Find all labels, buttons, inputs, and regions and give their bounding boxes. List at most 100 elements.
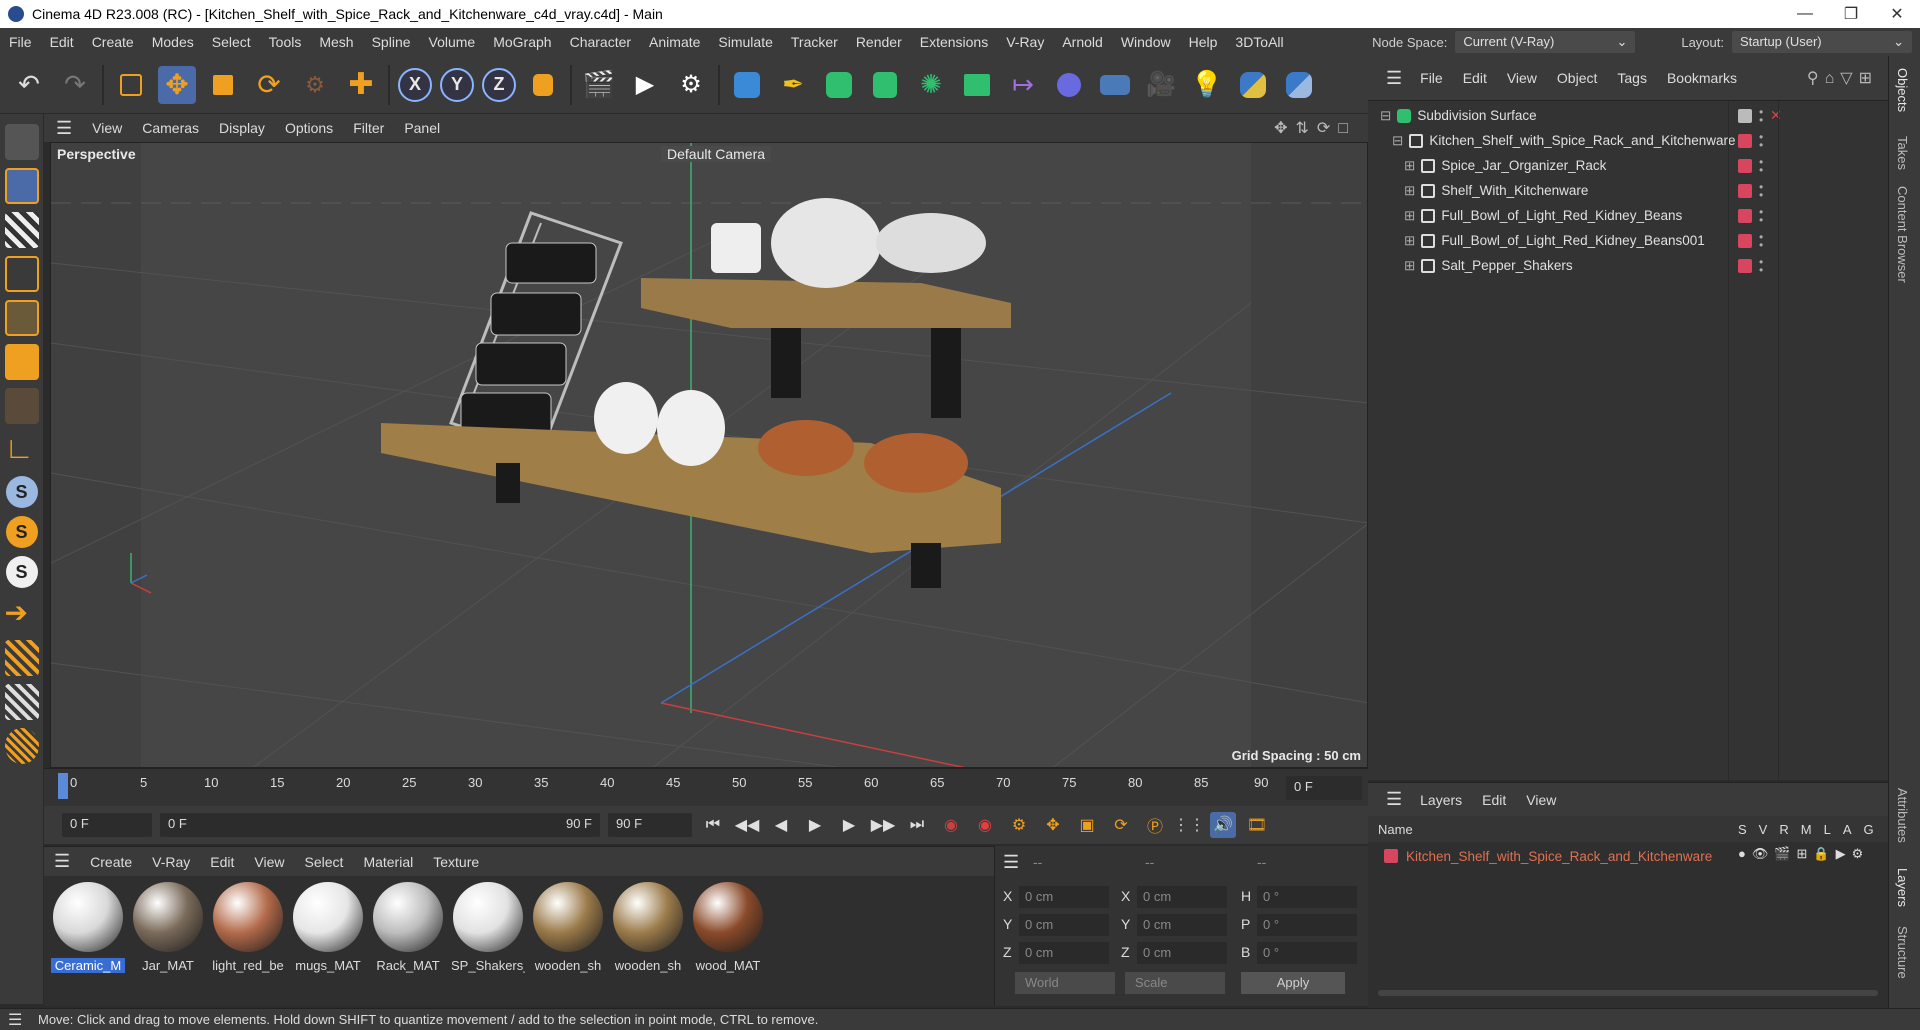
subdivision-button[interactable] [820, 66, 858, 104]
viewport-menu-view[interactable]: View [82, 120, 132, 136]
viewport-menu-filter[interactable]: Filter [343, 120, 394, 136]
rotate-tool-button[interactable]: ⟳ [250, 66, 288, 104]
next-key-button[interactable]: ▶▶ [870, 812, 896, 838]
apply-button[interactable]: Apply [1241, 972, 1345, 994]
keyframe-selection-button[interactable]: ⚙ [1006, 812, 1032, 838]
end-frame-field[interactable]: 90 F [608, 813, 692, 837]
object-row[interactable]: ⊟ Kitchen_Shelf_with_Spice_Rack_and_Kitc… [1368, 128, 1888, 153]
size-mode-dropdown[interactable]: Scale [1125, 972, 1225, 994]
texture-mode-button[interactable] [4, 212, 39, 248]
visibility-dots-icon[interactable]: • • [1759, 156, 1763, 176]
snap-button[interactable]: S [5, 476, 38, 508]
menu-modes[interactable]: Modes [143, 34, 203, 50]
hamburger-icon[interactable]: ☰ [1378, 789, 1410, 810]
rotation-p-field[interactable]: 0 ° [1257, 914, 1357, 936]
visibility-dots-icon[interactable]: • • [1759, 106, 1763, 126]
light-button[interactable]: 💡 [1188, 66, 1226, 104]
scale-tool-button[interactable] [204, 66, 242, 104]
object-menu-bookmarks[interactable]: Bookmarks [1657, 70, 1747, 86]
timeline-playhead[interactable] [58, 773, 68, 799]
horizontal-scrollbar[interactable] [1378, 990, 1878, 996]
hamburger-icon[interactable]: ☰ [1378, 68, 1410, 89]
visibility-dots-icon[interactable]: • • [1759, 256, 1763, 276]
menu-select[interactable]: Select [203, 34, 260, 50]
next-frame-button[interactable]: ▶ [836, 812, 862, 838]
layer-color-tag[interactable] [1738, 233, 1752, 248]
viewport-dolly-icon[interactable]: ⇅ [1296, 120, 1317, 137]
layer-menu-layers[interactable]: Layers [1410, 792, 1472, 808]
go-to-end-button[interactable]: ⏭ [904, 812, 930, 838]
object-row[interactable]: ⊞ Full_Bowl_of_Light_Red_Kidney_Beans • • [1368, 203, 1888, 228]
workplane-snap-button[interactable]: S [5, 556, 38, 588]
object-menu-file[interactable]: File [1410, 70, 1453, 86]
key-rotation-button[interactable]: ⟳ [1108, 812, 1134, 838]
expand-icon[interactable]: ⊞ [1404, 233, 1415, 249]
timeline-window-button[interactable]: 🎞 [1244, 812, 1270, 838]
close-icon[interactable]: ✕ [1874, 0, 1920, 28]
menu-3dtoall[interactable]: 3DToAll [1226, 34, 1292, 50]
viewport-pan-icon[interactable]: ✥ [1274, 120, 1295, 137]
perspective-viewport[interactable]: Perspective Default Camera Grid Spacing … [50, 142, 1368, 768]
workplane-button[interactable] [4, 640, 39, 676]
current-frame-field[interactable]: 0 F [1286, 776, 1362, 800]
viewport-menu-display[interactable]: Display [209, 120, 275, 136]
expand-icon[interactable]: ⊞ [1404, 208, 1415, 224]
material-swatch[interactable]: Ceramic_M [51, 882, 125, 1000]
size-z-field[interactable]: 0 cm [1137, 942, 1227, 964]
restore-icon[interactable]: ❐ [1828, 0, 1874, 28]
pen-tool-button[interactable]: ✒ [774, 66, 812, 104]
cube-object-button[interactable] [728, 66, 766, 104]
menu-render[interactable]: Render [847, 34, 911, 50]
layer-flag-icons[interactable]: ●👁🎬⊞🔒▶⚙ [1738, 846, 1869, 862]
render-settings-button[interactable]: ⚙ [672, 66, 710, 104]
position-z-field[interactable]: 0 cm [1019, 942, 1109, 964]
object-menu-view[interactable]: View [1497, 70, 1547, 86]
object-menu-edit[interactable]: Edit [1453, 70, 1497, 86]
side-tab-content-browser[interactable]: Content Browser [1895, 186, 1910, 283]
side-tab-takes[interactable]: Takes [1895, 136, 1910, 170]
menu-help[interactable]: Help [1180, 34, 1227, 50]
point-mode-button[interactable] [4, 256, 39, 292]
key-pla-button[interactable]: ⋮⋮ [1173, 812, 1205, 838]
recent-tools-button[interactable]: ⚙ [296, 66, 334, 104]
object-row[interactable]: ⊞ Spice_Jar_Organizer_Rack • • [1368, 153, 1888, 178]
extrude-button[interactable] [866, 66, 904, 104]
object-row[interactable]: ⊞ Shelf_With_Kitchenware • • [1368, 178, 1888, 203]
undo-button[interactable]: ↶ [10, 66, 48, 104]
viewport-maximize-icon[interactable]: □ [1338, 120, 1356, 137]
position-y-field[interactable]: 0 cm [1019, 914, 1109, 936]
visibility-dots-icon[interactable]: • • [1759, 131, 1763, 151]
layer-color-tag[interactable] [1738, 258, 1752, 273]
filter-icon[interactable]: ▽ [1840, 70, 1858, 87]
object-menu-object[interactable]: Object [1547, 70, 1607, 86]
locked-workplane-button[interactable] [4, 684, 39, 720]
move-tool-button[interactable]: ✥ [158, 65, 196, 104]
material-menu-view[interactable]: View [244, 854, 294, 870]
z-axis-lock-button[interactable]: Z [482, 67, 516, 102]
object-row[interactable]: ⊞ Salt_Pepper_Shakers • • [1368, 253, 1888, 278]
layer-menu-edit[interactable]: Edit [1472, 792, 1516, 808]
home-icon[interactable]: ⌂ [1825, 70, 1841, 87]
camera-button[interactable]: 🎥 [1142, 66, 1180, 104]
new-window-icon[interactable]: ⊞ [1859, 70, 1878, 87]
floor-button[interactable] [1096, 66, 1134, 104]
layer-color-tag[interactable] [1738, 158, 1752, 173]
side-tab-structure[interactable]: Structure [1895, 926, 1910, 979]
y-axis-lock-button[interactable]: Y [440, 67, 474, 102]
side-tab-layers[interactable]: Layers [1895, 868, 1910, 907]
menu-character[interactable]: Character [561, 34, 640, 50]
material-menu-texture[interactable]: Texture [423, 854, 489, 870]
key-scale-button[interactable]: ▣ [1074, 812, 1100, 838]
menu-create[interactable]: Create [83, 34, 143, 50]
layer-color-tag[interactable] [1738, 133, 1752, 148]
visibility-dots-icon[interactable]: • • [1759, 181, 1763, 201]
menu-tracker[interactable]: Tracker [782, 34, 847, 50]
object-menu-tags[interactable]: Tags [1607, 70, 1657, 86]
deformer-button[interactable]: ↦ [1004, 66, 1042, 104]
menu-simulate[interactable]: Simulate [709, 34, 781, 50]
layer-color-tag[interactable] [1738, 183, 1752, 198]
python-button-2[interactable] [1280, 66, 1318, 104]
polygon-mode-button[interactable] [4, 344, 39, 380]
prev-key-button[interactable]: ◀◀ [734, 812, 760, 838]
model-mode-button[interactable] [4, 168, 39, 204]
